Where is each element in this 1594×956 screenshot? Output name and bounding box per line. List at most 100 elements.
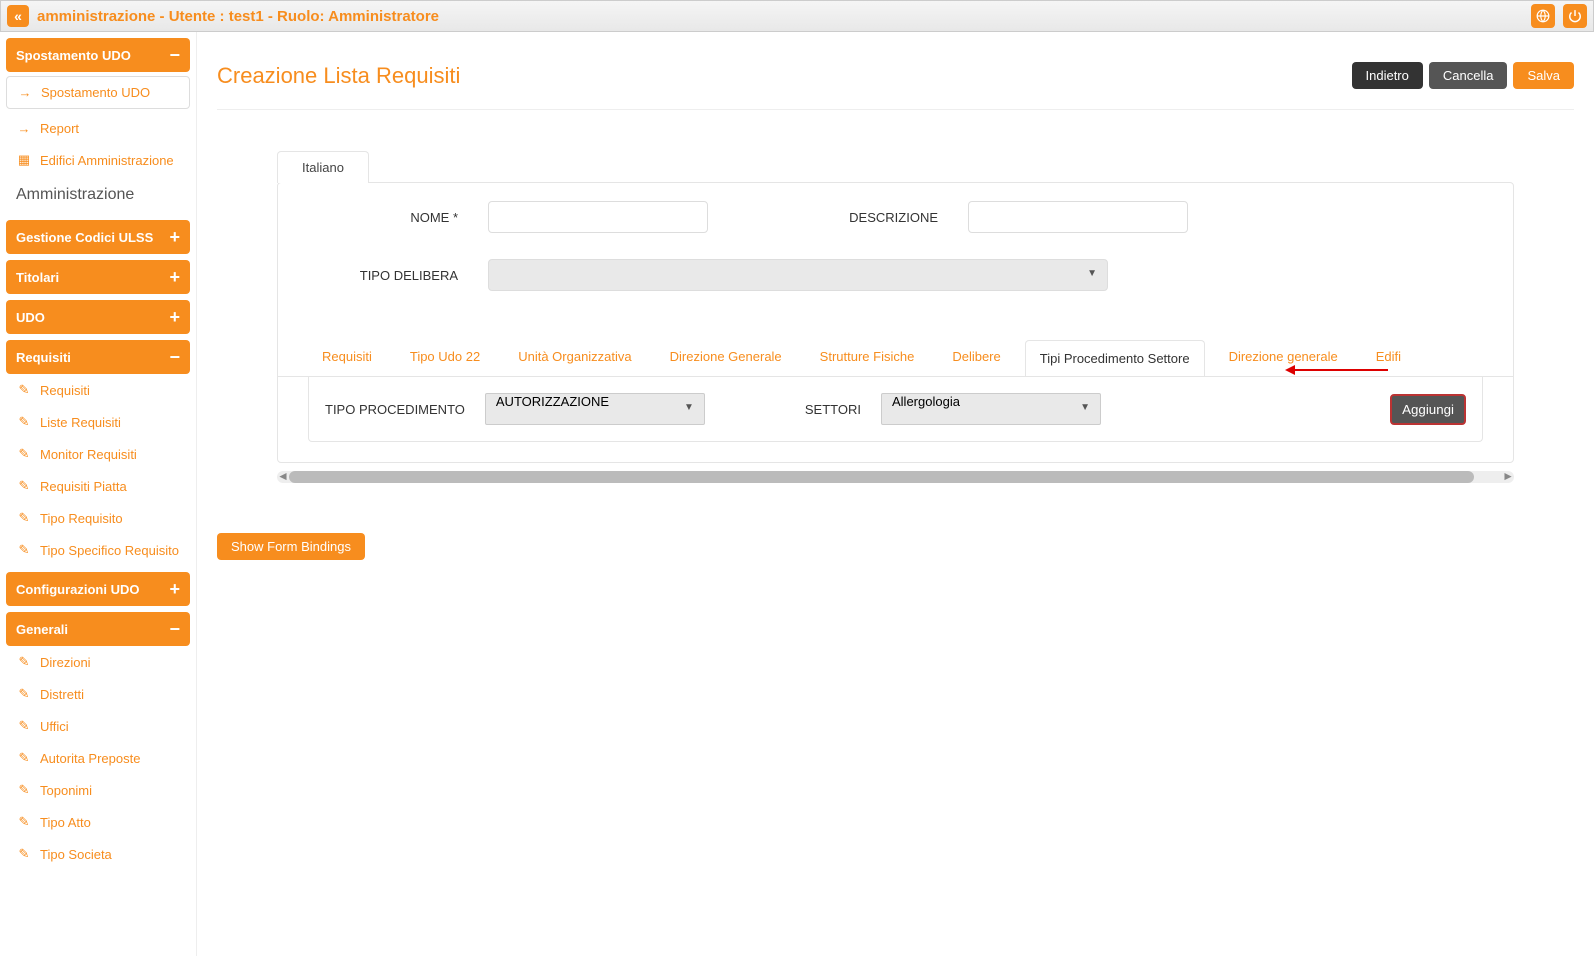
sidebar-header-label: UDO xyxy=(16,310,45,325)
settori-select[interactable]: Allergologia xyxy=(881,393,1101,425)
minus-icon: − xyxy=(169,348,180,366)
power-icon[interactable] xyxy=(1563,4,1587,28)
minus-icon: − xyxy=(169,620,180,638)
tab-direzione-generale[interactable]: Direzione Generale xyxy=(656,339,796,376)
top-bar: « amministrazione - Utente : test1 - Ruo… xyxy=(0,0,1594,32)
language-tab-italiano[interactable]: Italiano xyxy=(277,151,369,183)
user-edit-icon: ✎ xyxy=(16,414,32,430)
page-title: Creazione Lista Requisiti xyxy=(217,63,460,89)
sidebar-item-label: Direzioni xyxy=(40,655,91,670)
user-edit-icon: ✎ xyxy=(16,686,32,702)
add-button[interactable]: Aggiungi xyxy=(1390,394,1466,425)
tab-delibere[interactable]: Delibere xyxy=(938,339,1014,376)
sidebar-item-distretti[interactable]: ✎ Distretti xyxy=(6,678,190,710)
sidebar-item-toponimi[interactable]: ✎ Toponimi xyxy=(6,774,190,806)
tipo-procedimento-value: AUTORIZZAZIONE xyxy=(496,394,609,409)
sidebar-item-label: Uffici xyxy=(40,719,69,734)
sidebar-item-label: Tipo Specifico Requisito xyxy=(40,543,179,558)
collapse-sidebar-button[interactable]: « xyxy=(7,5,29,27)
sidebar[interactable]: Spostamento UDO − → Spostamento UDO → Re… xyxy=(0,32,197,956)
tab-strutture-fisiche[interactable]: Strutture Fisiche xyxy=(806,339,929,376)
sidebar-header-spostamento[interactable]: Spostamento UDO − xyxy=(6,38,190,72)
sidebar-item-report[interactable]: → Report xyxy=(6,113,190,144)
sidebar-header-gestione-codici[interactable]: Gestione Codici ULSS + xyxy=(6,220,190,254)
sidebar-item-label: Monitor Requisiti xyxy=(40,447,137,462)
sidebar-item-label: Distretti xyxy=(40,687,84,702)
sidebar-item-label: Toponimi xyxy=(40,783,92,798)
inner-tabs: Requisiti Tipo Udo 22 Unità Organizzativ… xyxy=(278,339,1513,377)
sidebar-header-label: Titolari xyxy=(16,270,59,285)
sidebar-item-label: Report xyxy=(40,121,79,136)
sidebar-item-label: Tipo Requisito xyxy=(40,511,123,526)
sidebar-item-label: Requisiti xyxy=(40,383,90,398)
arrow-right-icon: → xyxy=(16,121,32,136)
user-edit-icon: ✎ xyxy=(16,446,32,462)
arrow-right-icon: → xyxy=(17,85,33,100)
sidebar-item-liste-requisiti[interactable]: ✎ Liste Requisiti xyxy=(6,406,190,438)
sidebar-item-tipo-specifico-requisito[interactable]: ✎ Tipo Specifico Requisito xyxy=(6,534,190,566)
globe-icon[interactable] xyxy=(1531,4,1555,28)
tipo-delibera-select[interactable] xyxy=(488,259,1108,291)
sidebar-item-tipo-atto[interactable]: ✎ Tipo Atto xyxy=(6,806,190,838)
sidebar-item-autorita[interactable]: ✎ Autorita Preposte xyxy=(6,742,190,774)
sidebar-header-udo[interactable]: UDO + xyxy=(6,300,190,334)
back-button[interactable]: Indietro xyxy=(1352,62,1423,89)
user-edit-icon: ✎ xyxy=(16,814,32,830)
scroll-thumb[interactable] xyxy=(289,471,1474,483)
sidebar-item-uffici[interactable]: ✎ Uffici xyxy=(6,710,190,742)
tipo-procedimento-label: TIPO PROCEDIMENTO xyxy=(325,402,465,417)
nome-label: NOME * xyxy=(308,210,458,225)
tab-tipo-udo[interactable]: Tipo Udo 22 xyxy=(396,339,494,376)
minus-icon: − xyxy=(169,46,180,64)
tab-panel: TIPO PROCEDIMENTO AUTORIZZAZIONE SETTORI… xyxy=(308,377,1483,442)
sidebar-item-label: Liste Requisiti xyxy=(40,415,121,430)
sidebar-item-label: Tipo Societa xyxy=(40,847,112,862)
sidebar-header-label: Requisiti xyxy=(16,350,71,365)
user-edit-icon: ✎ xyxy=(16,718,32,734)
sidebar-item-monitor-requisiti[interactable]: ✎ Monitor Requisiti xyxy=(6,438,190,470)
user-edit-icon: ✎ xyxy=(16,382,32,398)
main-wrap: Spostamento UDO − → Spostamento UDO → Re… xyxy=(0,32,1594,956)
sidebar-header-requisiti[interactable]: Requisiti − xyxy=(6,340,190,374)
nome-input[interactable] xyxy=(488,201,708,233)
show-form-bindings-button[interactable]: Show Form Bindings xyxy=(217,533,365,560)
form-row-nome-descrizione: NOME * DESCRIZIONE xyxy=(278,193,1513,241)
tab-unita-organizzativa[interactable]: Unità Organizzativa xyxy=(504,339,645,376)
tab-requisiti[interactable]: Requisiti xyxy=(308,339,386,376)
sidebar-item-label: Requisiti Piatta xyxy=(40,479,127,494)
sidebar-header-label: Spostamento UDO xyxy=(16,48,131,63)
descrizione-label: DESCRIZIONE xyxy=(738,210,938,225)
sidebar-item-label: Tipo Atto xyxy=(40,815,91,830)
sidebar-header-titolari[interactable]: Titolari + xyxy=(6,260,190,294)
sidebar-item-edifici[interactable]: ▦ Edifici Amministrazione xyxy=(6,144,190,176)
scroll-right-icon[interactable]: ► xyxy=(1502,469,1514,483)
content-area: Creazione Lista Requisiti Indietro Cance… xyxy=(197,32,1594,956)
user-edit-icon: ✎ xyxy=(16,654,32,670)
save-button[interactable]: Salva xyxy=(1513,62,1574,89)
horizontal-scrollbar[interactable]: ◄ ► xyxy=(277,471,1514,483)
user-edit-icon: ✎ xyxy=(16,510,32,526)
sidebar-item-requisiti[interactable]: ✎ Requisiti xyxy=(6,374,190,406)
annotation-arrow xyxy=(1293,369,1388,371)
sidebar-header-configurazioni[interactable]: Configurazioni UDO + xyxy=(6,572,190,606)
descrizione-input[interactable] xyxy=(968,201,1188,233)
plus-icon: + xyxy=(169,268,180,286)
cancel-button[interactable]: Cancella xyxy=(1429,62,1508,89)
tipo-delibera-label: TIPO DELIBERA xyxy=(308,268,458,283)
plus-icon: + xyxy=(169,580,180,598)
sidebar-item-label: Edifici Amministrazione xyxy=(40,153,174,168)
sidebar-header-generali[interactable]: Generali − xyxy=(6,612,190,646)
sidebar-item-tipo-requisito[interactable]: ✎ Tipo Requisito xyxy=(6,502,190,534)
plus-icon: + xyxy=(169,308,180,326)
sidebar-item-spostamento-udo[interactable]: → Spostamento UDO xyxy=(6,76,190,109)
tab-tipi-procedimento-settore[interactable]: Tipi Procedimento Settore xyxy=(1025,340,1205,377)
app-title: amministrazione - Utente : test1 - Ruolo… xyxy=(37,8,1523,25)
tipo-procedimento-select[interactable]: AUTORIZZAZIONE xyxy=(485,393,705,425)
form-row-tipo-delibera: TIPO DELIBERA xyxy=(278,251,1513,299)
sidebar-item-direzioni[interactable]: ✎ Direzioni xyxy=(6,646,190,678)
sidebar-item-requisiti-piatta[interactable]: ✎ Requisiti Piatta xyxy=(6,470,190,502)
user-edit-icon: ✎ xyxy=(16,542,32,558)
sidebar-item-tipo-societa[interactable]: ✎ Tipo Societa xyxy=(6,838,190,870)
settori-label: SETTORI xyxy=(805,402,861,417)
scroll-left-icon[interactable]: ◄ xyxy=(277,469,289,483)
